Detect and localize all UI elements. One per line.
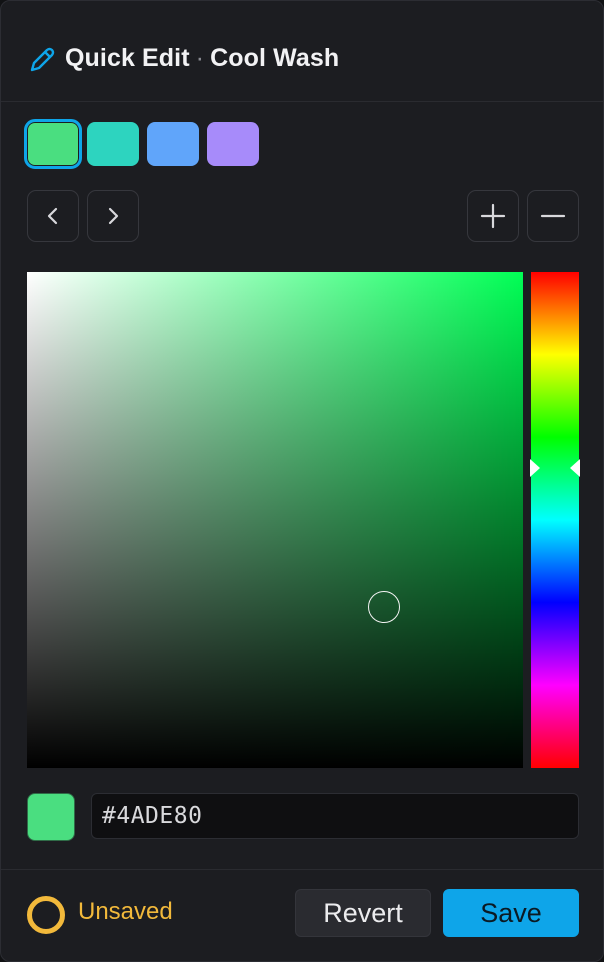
hue-handle-left-arrow[interactable] bbox=[530, 459, 540, 477]
chevron-left-icon bbox=[47, 207, 58, 225]
add-swatch-button[interactable] bbox=[467, 190, 519, 242]
quick-edit-panel: Quick Edit·Cool Wash Unsaved Revert Save bbox=[0, 0, 604, 962]
hue-slider[interactable] bbox=[531, 272, 579, 768]
hue-handle-right-arrow[interactable] bbox=[570, 459, 580, 477]
revert-button[interactable]: Revert bbox=[295, 889, 431, 937]
status-text: Unsaved bbox=[78, 898, 173, 925]
remove-swatch-button[interactable] bbox=[527, 190, 579, 242]
palette-name: Cool Wash bbox=[210, 44, 340, 72]
app-title: Quick Edit bbox=[65, 44, 190, 72]
swatch-3[interactable] bbox=[147, 122, 199, 166]
next-swatch-button[interactable] bbox=[87, 190, 139, 242]
pencil-icon bbox=[30, 47, 55, 72]
saturation-value-area[interactable] bbox=[27, 272, 523, 768]
swatch-2[interactable] bbox=[87, 122, 139, 166]
saturation-handle[interactable] bbox=[368, 591, 400, 623]
page-title: Quick Edit · Cool Wash bbox=[65, 44, 339, 73]
unsaved-status-icon bbox=[27, 896, 65, 934]
color-preview bbox=[27, 793, 75, 841]
plus-icon bbox=[480, 203, 506, 229]
swatch-1[interactable] bbox=[24, 119, 82, 169]
minus-icon bbox=[540, 214, 566, 218]
hex-input[interactable] bbox=[91, 793, 579, 839]
prev-swatch-button[interactable] bbox=[27, 190, 79, 242]
panel-header: Quick Edit · Cool Wash bbox=[1, 1, 603, 102]
chevron-right-icon bbox=[108, 207, 119, 225]
title-separator: · bbox=[195, 44, 205, 72]
swatch-4[interactable] bbox=[207, 122, 259, 166]
save-button[interactable]: Save bbox=[443, 889, 579, 937]
